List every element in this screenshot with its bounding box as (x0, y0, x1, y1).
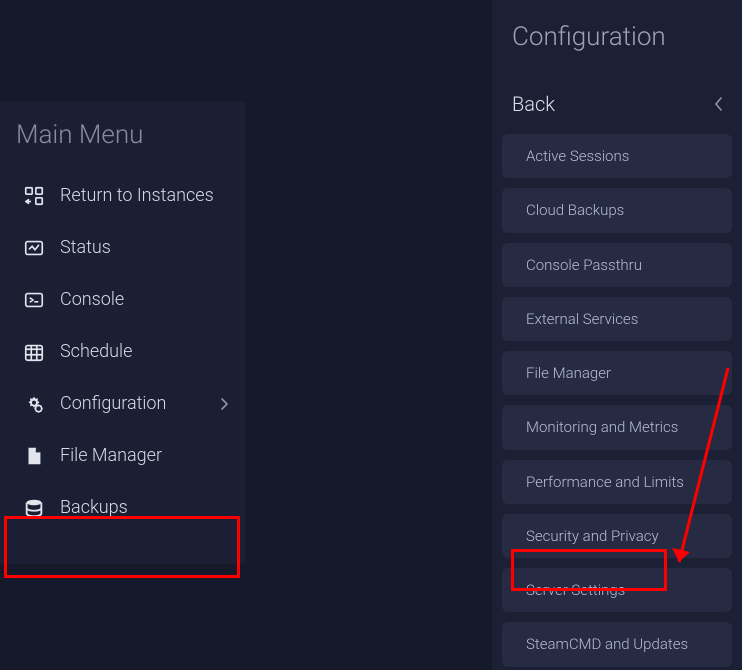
schedule-icon (22, 340, 46, 364)
chevron-left-icon (714, 95, 724, 113)
menu-item-label: Status (60, 237, 111, 260)
back-button[interactable]: Back (492, 88, 742, 134)
menu-item-label: Configuration (60, 393, 166, 416)
menu-item-status[interactable]: Status (0, 222, 245, 274)
menu-item-label: File Manager (60, 445, 162, 468)
config-item-performance-limits[interactable]: Performance and Limits (502, 460, 732, 504)
menu-item-label: Console (60, 289, 124, 312)
config-item-active-sessions[interactable]: Active Sessions (502, 134, 732, 178)
file-icon (22, 444, 46, 468)
config-item-server-settings[interactable]: Server Settings (502, 568, 732, 612)
config-item-console-passthru[interactable]: Console Passthru (502, 243, 732, 287)
main-menu-title: Main Menu (0, 120, 245, 170)
menu-item-label: Schedule (60, 341, 132, 364)
main-menu-panel: Main Menu Return to Instances Status (0, 102, 245, 564)
config-item-security-privacy[interactable]: Security and Privacy (502, 514, 732, 558)
configuration-panel: Configuration Back Active Sessions Cloud… (492, 0, 742, 670)
menu-item-return-to-instances[interactable]: Return to Instances (0, 170, 245, 222)
backups-icon (22, 496, 46, 520)
menu-item-backups[interactable]: Backups (0, 482, 245, 534)
back-label: Back (512, 92, 555, 116)
status-icon (22, 236, 46, 260)
config-item-external-services[interactable]: External Services (502, 297, 732, 341)
menu-item-schedule[interactable]: Schedule (0, 326, 245, 378)
config-item-monitoring-metrics[interactable]: Monitoring and Metrics (502, 405, 732, 449)
console-icon (22, 288, 46, 312)
configuration-list: Active Sessions Cloud Backups Console Pa… (492, 134, 742, 667)
configuration-icon (22, 392, 46, 416)
config-item-steamcmd-updates[interactable]: SteamCMD and Updates (502, 622, 732, 666)
menu-item-configuration[interactable]: Configuration (0, 378, 245, 430)
chevron-right-icon (219, 396, 229, 412)
menu-item-label: Return to Instances (60, 185, 214, 208)
configuration-title: Configuration (492, 22, 742, 88)
config-item-file-manager[interactable]: File Manager (502, 351, 732, 395)
config-item-cloud-backups[interactable]: Cloud Backups (502, 188, 732, 232)
menu-item-console[interactable]: Console (0, 274, 245, 326)
instances-icon (22, 184, 46, 208)
menu-item-file-manager[interactable]: File Manager (0, 430, 245, 482)
menu-item-label: Backups (60, 497, 128, 520)
